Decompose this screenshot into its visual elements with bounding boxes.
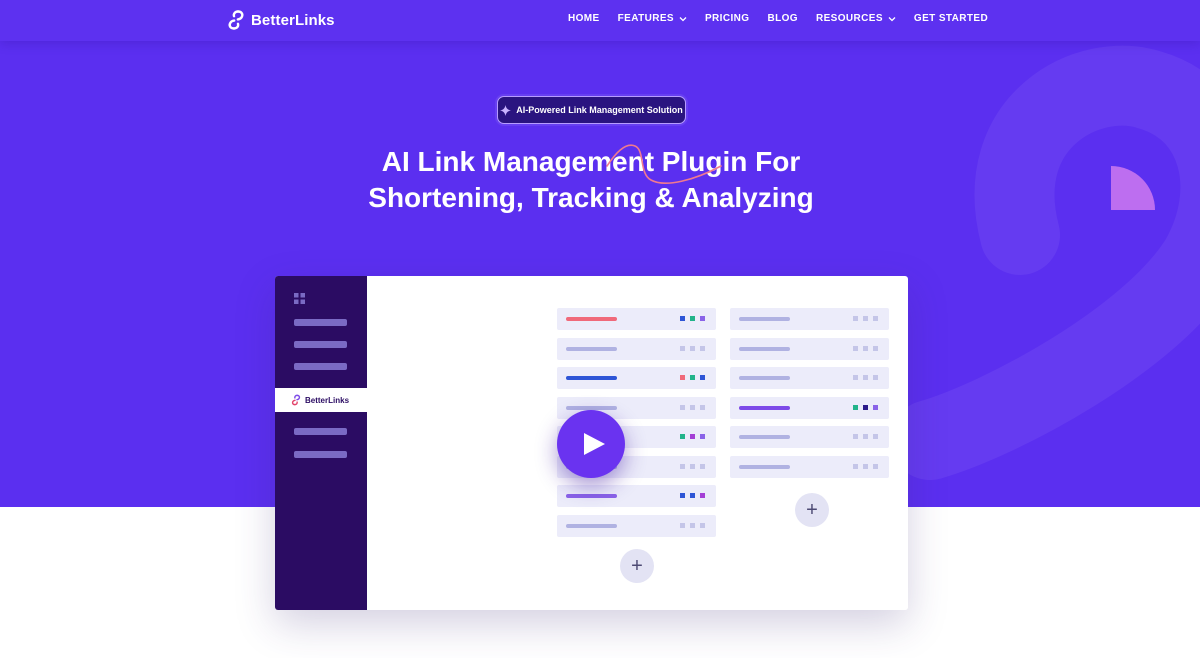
- mock-sidebar-active-label: BetterLinks: [305, 395, 350, 405]
- mock-link-row: [557, 515, 716, 537]
- brand-logo[interactable]: BetterLinks: [227, 9, 335, 31]
- video-preview-card[interactable]: BetterLinks + +: [275, 276, 908, 610]
- hero-title-line-2: Shortening, Tracking & Analyzing: [368, 182, 814, 213]
- play-video-button[interactable]: [557, 410, 625, 478]
- mock-sidebar-line: [294, 363, 347, 370]
- chevron-down-icon: [888, 16, 896, 21]
- mock-link-row: [557, 485, 716, 507]
- decorative-swirl-icon: [606, 144, 722, 184]
- nav-resources-label: RESOURCES: [815, 13, 883, 24]
- nav-home-label: HOME: [568, 13, 600, 24]
- main-nav: HOME FEATURES PRICING BLOG RESOURCES GET…: [568, 13, 988, 24]
- plus-icon: +: [631, 555, 643, 577]
- hero-title: AI Link Management Plugin For Shortening…: [300, 144, 882, 216]
- mock-link-row: [730, 397, 889, 419]
- mock-link-row: [557, 308, 716, 330]
- chain-link-icon: [228, 10, 244, 30]
- mock-link-row: [730, 456, 889, 478]
- mock-link-row: [730, 308, 889, 330]
- nav-get-started-label: GET STARTED: [913, 13, 989, 24]
- hero-badge-text: AI-Powered Link Management Solution: [516, 105, 683, 115]
- chevron-down-icon: [679, 16, 687, 21]
- mock-sidebar-line: [294, 451, 347, 458]
- mock-sidebar-active-item: BetterLinks: [275, 388, 367, 412]
- mock-sidebar-line: [294, 319, 347, 326]
- brand-name: BetterLinks: [251, 11, 335, 29]
- hero-title-line-1: AI Link Management Plugin For: [381, 146, 801, 177]
- plus-icon: +: [806, 499, 818, 521]
- nav-home[interactable]: HOME: [568, 13, 600, 24]
- nav-resources[interactable]: RESOURCES: [816, 13, 896, 24]
- hero-badge: AI-Powered Link Management Solution: [497, 96, 686, 124]
- add-link-button[interactable]: +: [620, 549, 654, 583]
- add-link-button[interactable]: +: [795, 493, 829, 527]
- nav-get-started[interactable]: GET STARTED: [914, 13, 988, 24]
- nav-features[interactable]: FEATURES: [618, 13, 687, 24]
- nav-blog[interactable]: BLOG: [767, 13, 798, 24]
- play-icon: [583, 433, 605, 455]
- mock-sidebar: BetterLinks: [275, 276, 367, 610]
- page: BetterLinks HOME FEATURES PRICING BLOG R…: [0, 0, 1200, 658]
- nav-pricing-label: PRICING: [704, 13, 750, 24]
- grid-icon: [294, 293, 305, 304]
- nav-features-label: FEATURES: [617, 13, 674, 24]
- mock-link-row: [730, 426, 889, 448]
- mock-link-row: [730, 367, 889, 389]
- mock-link-row: [557, 338, 716, 360]
- chain-link-icon: [291, 394, 301, 406]
- mock-sidebar-line: [294, 428, 347, 435]
- nav-blog-label: BLOG: [767, 13, 798, 24]
- mock-link-row: [730, 338, 889, 360]
- nav-pricing[interactable]: PRICING: [705, 13, 749, 24]
- mock-link-row: [557, 367, 716, 389]
- top-navbar: BetterLinks HOME FEATURES PRICING BLOG R…: [0, 0, 1200, 41]
- mock-sidebar-line: [294, 341, 347, 348]
- sparkle-icon: [500, 104, 512, 116]
